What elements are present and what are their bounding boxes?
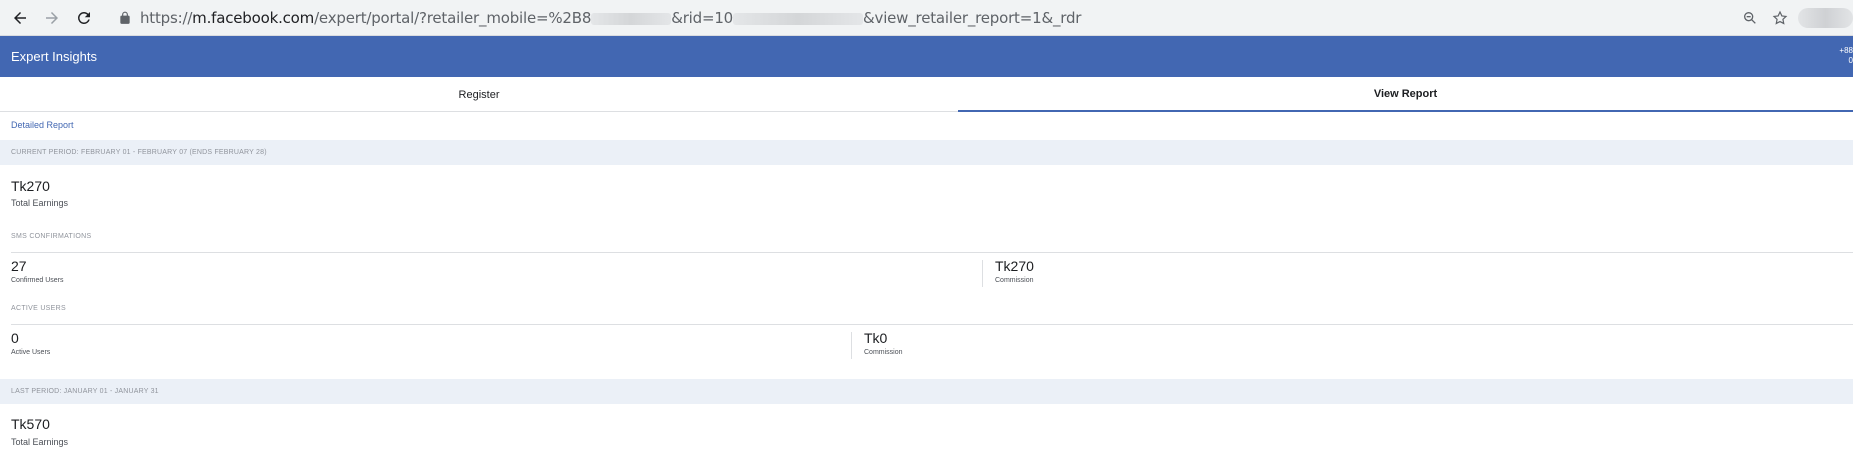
browser-toolbar: https://m.facebook.com/expert/portal/?re…: [0, 0, 1853, 36]
sms-commission-value: Tk270: [995, 258, 1034, 274]
toolbar-actions: [1738, 6, 1853, 30]
bookmark-button[interactable]: [1768, 6, 1792, 30]
app-title: Expert Insights: [11, 49, 97, 64]
arrow-right-icon: [46, 11, 58, 24]
back-button[interactable]: [8, 6, 32, 30]
lock-icon: [120, 11, 130, 24]
forward-button[interactable]: [40, 6, 64, 30]
detailed-report-link[interactable]: Detailed Report: [11, 120, 74, 130]
current-period-band: CURRENT PERIOD: FEBRUARY 01 - FEBRUARY 0…: [0, 140, 1853, 165]
confirmed-users-label: Confirmed Users: [11, 277, 64, 284]
active-commission-label: Commission: [864, 349, 903, 356]
app-header: Expert Insights +88 0: [0, 36, 1853, 77]
active-divider: [11, 324, 1853, 325]
sms-column-divider: [982, 260, 983, 287]
last-period-label: LAST PERIOD: JANUARY 01 - JANUARY 31: [11, 388, 159, 395]
current-total-earnings-label: Total Earnings: [11, 198, 69, 208]
url-path-2: &rid=10: [671, 9, 734, 27]
active-users-label: Active Users: [11, 349, 51, 356]
star-icon: [1772, 10, 1788, 25]
last-total-earnings-label: Total Earnings: [11, 437, 69, 447]
url-scheme: https://: [140, 9, 193, 27]
zoom-icon: [1744, 11, 1756, 24]
tab-bar: Register View Report: [0, 77, 1853, 112]
last-total-earnings-value: Tk570: [11, 416, 50, 432]
sms-commission-label: Commission: [995, 277, 1034, 284]
active-column-divider: [851, 332, 852, 359]
address-bar[interactable]: https://m.facebook.com/expert/portal/?re…: [110, 4, 1840, 32]
active-commission-value: Tk0: [864, 330, 888, 346]
current-total-earnings-value: Tk270: [11, 178, 50, 194]
active-users-value: 0: [11, 330, 19, 346]
url-text: https://m.facebook.com/expert/portal/?re…: [140, 9, 1081, 27]
arrow-left-icon: [14, 11, 26, 24]
current-period-label: CURRENT PERIOD: FEBRUARY 01 - FEBRUARY 0…: [11, 149, 267, 156]
url-host: m.facebook.com: [192, 9, 315, 27]
tab-register[interactable]: Register: [0, 77, 958, 112]
redacted-block: [591, 12, 672, 25]
zoom-button[interactable]: [1738, 6, 1762, 30]
reload-icon: [77, 11, 90, 24]
sms-confirmations-heading: SMS CONFIRMATIONS: [11, 233, 92, 240]
sms-divider: [11, 252, 1853, 253]
active-users-heading: ACTIVE USERS: [11, 305, 66, 312]
reload-button[interactable]: [72, 6, 96, 30]
tab-view-report[interactable]: View Report: [958, 77, 1853, 112]
profile-avatar[interactable]: [1798, 8, 1853, 28]
last-period-band: LAST PERIOD: JANUARY 01 - JANUARY 31: [0, 379, 1853, 404]
url-path-3: &view_retailer_report=1&_rdr: [863, 9, 1082, 27]
header-phone: +88 0: [1839, 46, 1853, 65]
url-path-1: /expert/portal/?retailer_mobile=%2B8: [314, 9, 592, 27]
redacted-block: [733, 12, 864, 25]
confirmed-users-value: 27: [11, 258, 27, 274]
